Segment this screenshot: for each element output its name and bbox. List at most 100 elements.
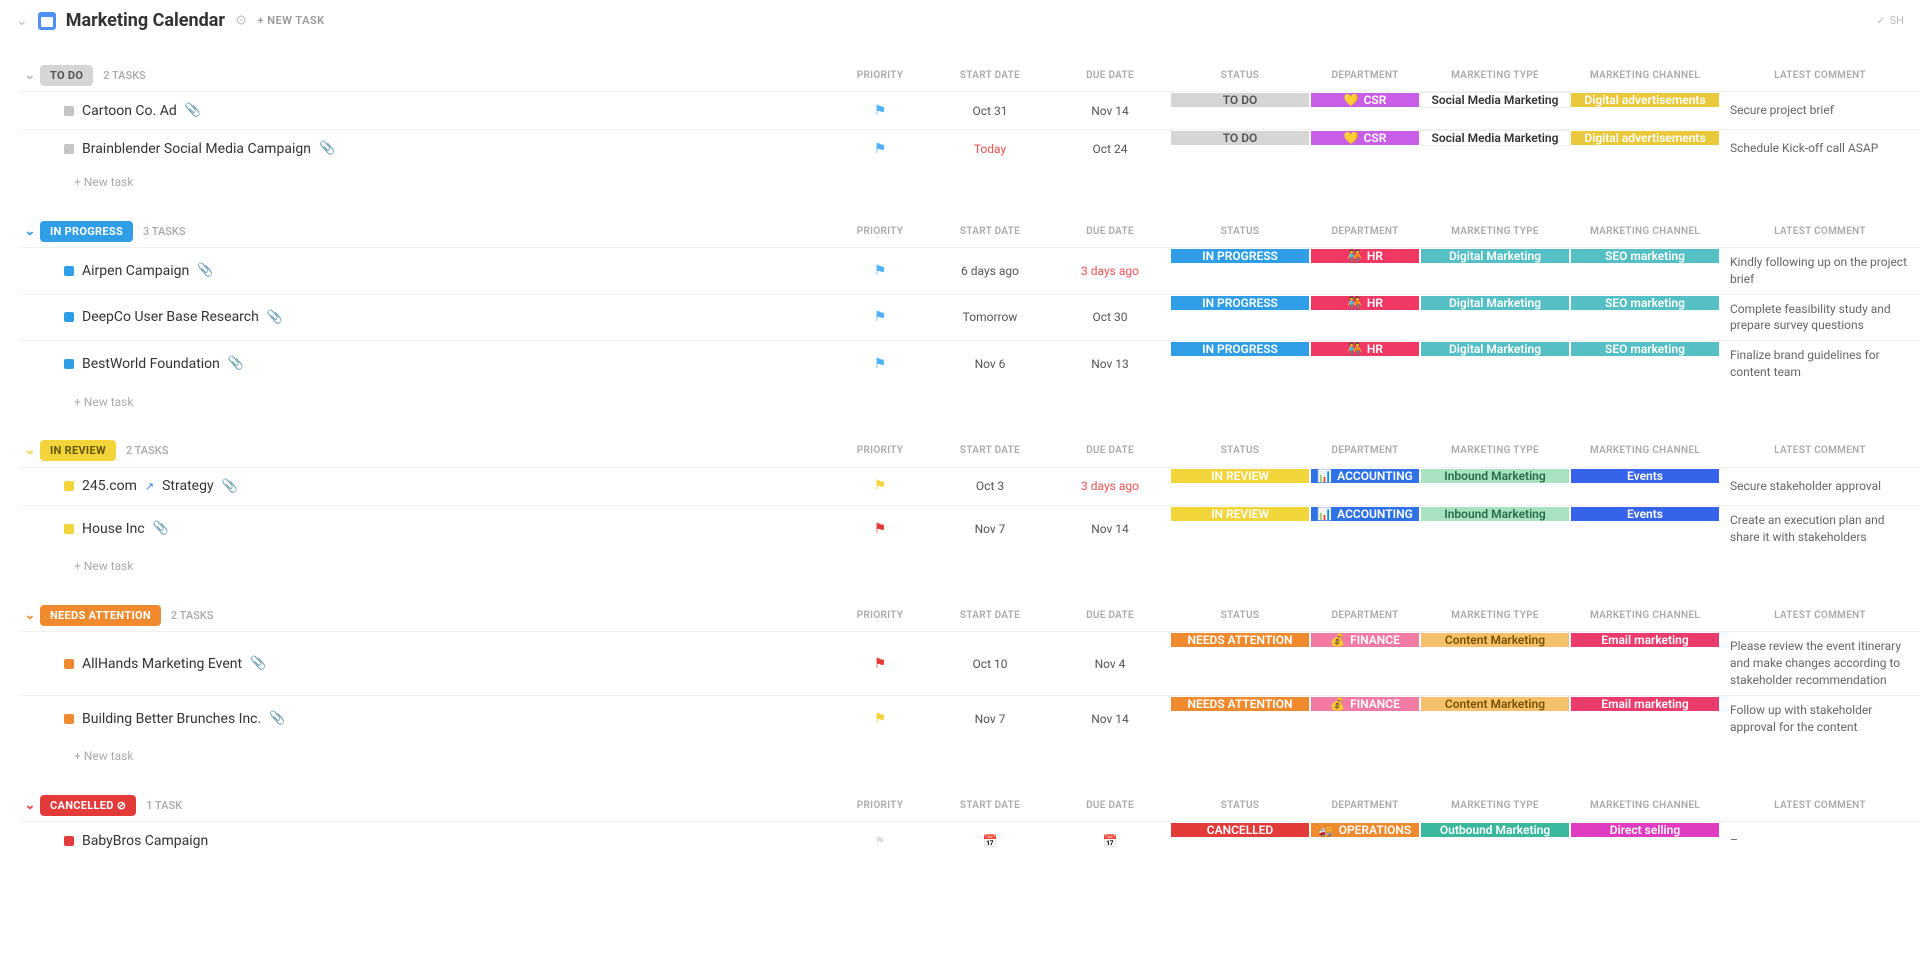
- channel-badge[interactable]: SEO marketing: [1570, 341, 1720, 357]
- task-name-cell[interactable]: Airpen Campaign 📎: [64, 248, 830, 294]
- user-badge[interactable]: ✓ SH: [1876, 14, 1904, 27]
- status-badge[interactable]: IN REVIEW: [1170, 468, 1310, 484]
- channel-badge[interactable]: SEO marketing: [1570, 248, 1720, 264]
- comment-cell[interactable]: Schedule Kick-off call ASAP: [1720, 130, 1920, 167]
- task-row[interactable]: Airpen Campaign 📎 ⚑ 6 days ago 3 days ag…: [20, 247, 1920, 294]
- group-status-pill[interactable]: NEEDS ATTENTION: [40, 605, 161, 626]
- channel-badge[interactable]: Digital advertisements: [1570, 92, 1720, 108]
- comment-cell[interactable]: Kindly following up on the project brief: [1720, 248, 1920, 294]
- status-badge[interactable]: IN PROGRESS: [1170, 248, 1310, 264]
- col-channel[interactable]: MARKETING CHANNEL: [1570, 70, 1720, 81]
- calendar-empty-icon[interactable]: 📅: [983, 834, 998, 848]
- type-badge[interactable]: Social Media Marketing: [1420, 130, 1570, 146]
- flag-icon[interactable]: ⚑: [874, 711, 887, 727]
- comment-cell[interactable]: Create an execution plan and share it wi…: [1720, 506, 1920, 552]
- type-badge[interactable]: Social Media Marketing: [1420, 92, 1570, 108]
- due-date[interactable]: Nov 14: [1091, 104, 1129, 118]
- attachment-icon[interactable]: 📎: [197, 263, 213, 278]
- col-type[interactable]: MARKETING TYPE: [1420, 70, 1570, 81]
- comment-cell[interactable]: Finalize brand guidelines for content te…: [1720, 341, 1920, 387]
- task-name-cell[interactable]: AllHands Marketing Event 📎: [64, 632, 830, 694]
- col-start[interactable]: START DATE: [930, 800, 1050, 811]
- comment-cell[interactable]: Secure stakeholder approval: [1720, 468, 1920, 505]
- department-badge[interactable]: 💛CSR: [1310, 130, 1420, 146]
- col-status[interactable]: STATUS: [1170, 800, 1310, 811]
- collapse-all-icon[interactable]: ⌄: [16, 13, 28, 29]
- flag-icon[interactable]: ⚑: [874, 103, 887, 119]
- start-date[interactable]: Oct 31: [973, 104, 1008, 118]
- col-channel[interactable]: MARKETING CHANNEL: [1570, 610, 1720, 621]
- col-comment[interactable]: LATEST COMMENT: [1720, 800, 1920, 811]
- start-date[interactable]: Nov 7: [975, 522, 1006, 536]
- flag-icon[interactable]: ⚑: [874, 656, 887, 672]
- task-name-cell[interactable]: BabyBros Campaign: [64, 822, 830, 859]
- department-badge[interactable]: 💰FINANCE: [1310, 696, 1420, 712]
- comment-cell[interactable]: –: [1720, 822, 1920, 859]
- group-status-pill[interactable]: CANCELLED ⊘: [40, 795, 136, 816]
- due-date[interactable]: Nov 14: [1091, 522, 1129, 536]
- task-row[interactable]: AllHands Marketing Event 📎 ⚑ Oct 10 Nov …: [20, 631, 1920, 694]
- task-name-cell[interactable]: DeepCo User Base Research 📎: [64, 295, 830, 341]
- type-badge[interactable]: Digital Marketing: [1420, 341, 1570, 357]
- channel-badge[interactable]: Email marketing: [1570, 696, 1720, 712]
- due-date[interactable]: Nov 4: [1095, 657, 1126, 671]
- col-type[interactable]: MARKETING TYPE: [1420, 226, 1570, 237]
- start-date[interactable]: Oct 10: [973, 657, 1008, 671]
- flag-icon[interactable]: ⚑: [874, 478, 887, 494]
- start-date[interactable]: 6 days ago: [961, 264, 1019, 278]
- col-comment[interactable]: LATEST COMMENT: [1720, 70, 1920, 81]
- task-name-cell[interactable]: 245.com ↗ Strategy 📎: [64, 468, 830, 505]
- task-name-cell[interactable]: BestWorld Foundation 📎: [64, 341, 830, 387]
- channel-badge[interactable]: Events: [1570, 506, 1720, 522]
- department-badge[interactable]: 📊ACCOUNTING: [1310, 468, 1420, 484]
- col-priority[interactable]: PRIORITY: [830, 610, 930, 621]
- group-collapse-icon[interactable]: ⌄: [20, 68, 40, 83]
- col-due[interactable]: DUE DATE: [1050, 70, 1170, 81]
- department-badge[interactable]: 🧑‍🤝‍🧑HR: [1310, 295, 1420, 311]
- start-date[interactable]: Tomorrow: [963, 310, 1018, 324]
- start-date[interactable]: Nov 6: [975, 357, 1006, 371]
- start-date[interactable]: Nov 7: [975, 712, 1006, 726]
- due-date[interactable]: Nov 13: [1091, 357, 1129, 371]
- channel-badge[interactable]: Events: [1570, 468, 1720, 484]
- col-comment[interactable]: LATEST COMMENT: [1720, 445, 1920, 456]
- department-badge[interactable]: 🚚OPERATIONS: [1310, 822, 1420, 838]
- department-badge[interactable]: 💰FINANCE: [1310, 632, 1420, 648]
- attachment-icon[interactable]: 📎: [222, 479, 238, 494]
- task-row[interactable]: Building Better Brunches Inc. 📎 ⚑ Nov 7 …: [20, 695, 1920, 742]
- col-priority[interactable]: PRIORITY: [830, 70, 930, 81]
- department-badge[interactable]: 📊ACCOUNTING: [1310, 506, 1420, 522]
- col-department[interactable]: DEPARTMENT: [1310, 445, 1420, 456]
- department-badge[interactable]: 🧑‍🤝‍🧑HR: [1310, 341, 1420, 357]
- task-name-cell[interactable]: Building Better Brunches Inc. 📎: [64, 696, 830, 742]
- new-task-inline[interactable]: + New task: [20, 387, 1920, 417]
- status-badge[interactable]: IN REVIEW: [1170, 506, 1310, 522]
- task-name-cell[interactable]: Cartoon Co. Ad 📎: [64, 92, 830, 129]
- col-due[interactable]: DUE DATE: [1050, 445, 1170, 456]
- col-channel[interactable]: MARKETING CHANNEL: [1570, 800, 1720, 811]
- col-start[interactable]: START DATE: [930, 226, 1050, 237]
- task-row[interactable]: Brainblender Social Media Campaign 📎 ⚑ T…: [20, 129, 1920, 167]
- comment-cell[interactable]: Follow up with stakeholder approval for …: [1720, 696, 1920, 742]
- task-name-cell[interactable]: House Inc 📎: [64, 506, 830, 552]
- col-status[interactable]: STATUS: [1170, 445, 1310, 456]
- col-channel[interactable]: MARKETING CHANNEL: [1570, 445, 1720, 456]
- group-collapse-icon[interactable]: ⌄: [20, 224, 40, 239]
- new-task-inline[interactable]: + New task: [20, 551, 1920, 581]
- status-badge[interactable]: TO DO: [1170, 130, 1310, 146]
- department-badge[interactable]: 🧑‍🤝‍🧑HR: [1310, 248, 1420, 264]
- col-status[interactable]: STATUS: [1170, 70, 1310, 81]
- group-status-pill[interactable]: IN PROGRESS: [40, 221, 133, 242]
- col-priority[interactable]: PRIORITY: [830, 226, 930, 237]
- col-priority[interactable]: PRIORITY: [830, 800, 930, 811]
- attachment-icon[interactable]: 📎: [319, 141, 335, 156]
- col-department[interactable]: DEPARTMENT: [1310, 610, 1420, 621]
- task-row[interactable]: BabyBros Campaign ⚑ 📅 📅 CANCELLED 🚚OPERA…: [20, 821, 1920, 859]
- col-comment[interactable]: LATEST COMMENT: [1720, 226, 1920, 237]
- new-task-inline[interactable]: + New task: [20, 167, 1920, 197]
- task-row[interactable]: House Inc 📎 ⚑ Nov 7 Nov 14 IN REVIEW 📊AC…: [20, 505, 1920, 552]
- due-date[interactable]: 3 days ago: [1081, 479, 1139, 493]
- col-start[interactable]: START DATE: [930, 445, 1050, 456]
- status-badge[interactable]: TO DO: [1170, 92, 1310, 108]
- channel-badge[interactable]: Digital advertisements: [1570, 130, 1720, 146]
